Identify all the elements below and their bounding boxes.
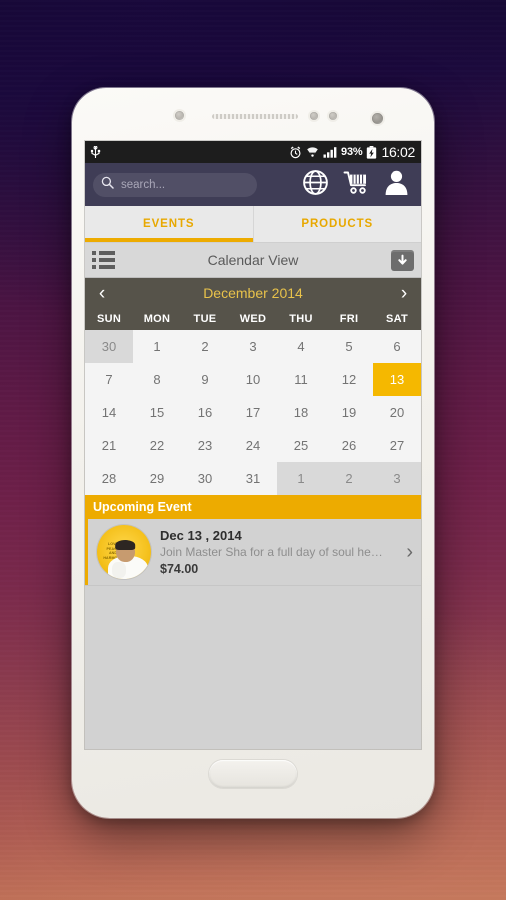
calendar-day-cell[interactable]: 28	[85, 462, 133, 495]
event-avatar: LOVE PEACE AND HARMONY	[97, 525, 151, 579]
event-price: $74.00	[160, 561, 199, 576]
prev-month-button[interactable]: ‹	[94, 284, 110, 303]
upcoming-event-header: Upcoming Event	[85, 495, 421, 519]
next-month-button[interactable]: ›	[396, 284, 412, 303]
event-chevron-icon[interactable]: ›	[404, 541, 413, 564]
battery-charging-icon	[366, 145, 377, 159]
calendar-day-cell[interactable]: 3	[373, 462, 421, 495]
calendar-day-cell[interactable]: 31	[229, 462, 277, 495]
upcoming-event-title: Upcoming Event	[93, 500, 192, 514]
calendar-day-cell[interactable]: 6	[373, 330, 421, 363]
event-list-item[interactable]: LOVE PEACE AND HARMONY Dec 13 , 2014 Joi…	[85, 519, 421, 586]
globe-icon[interactable]	[302, 169, 329, 201]
calendar-day-cell[interactable]: 2	[181, 330, 229, 363]
calendar-week-row: 14 15 16 17 18 19 20	[85, 396, 421, 429]
calendar-day-cell[interactable]: 8	[133, 363, 181, 396]
usb-icon	[90, 145, 101, 159]
calendar-day-cell[interactable]: 23	[181, 429, 229, 462]
view-mode-bar: Calendar View	[85, 243, 421, 278]
calendar-day-cell[interactable]: 16	[181, 396, 229, 429]
wallpaper-background: 93% 16:02 search... EVENTS PRODUCTS Cale…	[0, 0, 506, 900]
phone-screen: 93% 16:02 search... EVENTS PRODUCTS Cale…	[85, 141, 421, 749]
top-navigation-bar: search...	[85, 163, 421, 206]
event-date: Dec 13 , 2014	[160, 527, 242, 543]
calendar-day-cell[interactable]: 24	[229, 429, 277, 462]
calendar-day-cell[interactable]: 4	[277, 330, 325, 363]
wifi-icon	[306, 146, 319, 158]
weekday-sat: SAT	[385, 313, 409, 325]
status-bar: 93% 16:02	[85, 141, 421, 163]
calendar-day-cell[interactable]: 30	[85, 330, 133, 363]
calendar-day-cell[interactable]: 29	[133, 462, 181, 495]
weekday-sun: SUN	[96, 313, 122, 325]
calendar-day-cell[interactable]: 1	[277, 462, 325, 495]
calendar-day-cell[interactable]: 18	[277, 396, 325, 429]
calendar-day-cell[interactable]: 30	[181, 462, 229, 495]
weekday-wed: WED	[239, 313, 267, 325]
weekday-fri: FRI	[339, 313, 359, 325]
phone-device: 93% 16:02 search... EVENTS PRODUCTS Cale…	[72, 88, 434, 818]
calendar-day-cell[interactable]: 7	[85, 363, 133, 396]
calendar-day-cell[interactable]: 1	[133, 330, 181, 363]
user-profile-icon[interactable]	[384, 169, 409, 200]
light-sensor-icon	[310, 112, 318, 120]
tab-bar: EVENTS PRODUCTS	[85, 206, 421, 243]
download-icon[interactable]	[391, 249, 414, 271]
event-accent-bar	[85, 519, 88, 585]
tab-events-label: EVENTS	[143, 218, 195, 230]
battery-percent-label: 93%	[341, 146, 363, 158]
calendar-day-cell[interactable]: 5	[325, 330, 373, 363]
clock-label: 16:02	[381, 144, 415, 160]
view-title: Calendar View	[207, 252, 299, 268]
calendar-day-cell[interactable]: 15	[133, 396, 181, 429]
month-label: December 2014	[203, 285, 303, 301]
alarm-icon	[289, 146, 302, 159]
calendar-day-cell[interactable]: 10	[229, 363, 277, 396]
calendar-day-cell[interactable]: 17	[229, 396, 277, 429]
calendar-day-cell[interactable]: 26	[325, 429, 373, 462]
calendar-week-row: 28 29 30 31 1 2 3	[85, 462, 421, 495]
tab-events[interactable]: EVENTS	[85, 206, 253, 242]
led-indicator-icon	[329, 112, 337, 120]
weekday-thu: THU	[289, 313, 313, 325]
calendar-day-selected[interactable]: 13	[373, 363, 421, 396]
calendar-day-cell[interactable]: 12	[325, 363, 373, 396]
proximity-sensor-icon	[175, 111, 184, 120]
search-icon	[101, 176, 114, 194]
weekday-tue: TUE	[193, 313, 217, 325]
event-info: Dec 13 , 2014 Join Master Sha for a full…	[160, 527, 395, 578]
search-input[interactable]: search...	[93, 172, 257, 197]
calendar-day-cell[interactable]: 27	[373, 429, 421, 462]
calendar-day-cell[interactable]: 14	[85, 396, 133, 429]
calendar-week-row: 7 8 9 10 11 12 13	[85, 363, 421, 396]
tab-products[interactable]: PRODUCTS	[252, 206, 422, 242]
calendar-day-cell[interactable]: 19	[325, 396, 373, 429]
home-button[interactable]	[209, 760, 297, 788]
tab-products-label: PRODUCTS	[301, 218, 374, 230]
calendar-day-cell[interactable]: 25	[277, 429, 325, 462]
calendar-grid: 30 1 2 3 4 5 6 7 8 9 10 11 12 13 14 15 16 17 18 19 20 21 22 23 2…	[85, 330, 421, 495]
calendar-week-row: 21 22 23 24 25 26 27	[85, 429, 421, 462]
content-empty-area	[85, 586, 421, 749]
calendar-day-cell[interactable]: 11	[277, 363, 325, 396]
front-camera-icon	[372, 113, 383, 124]
calendar-day-cell[interactable]: 9	[181, 363, 229, 396]
weekday-header-row: SUN MON TUE WED THU FRI SAT	[85, 308, 421, 330]
list-view-icon[interactable]	[92, 251, 115, 269]
calendar-week-row: 30 1 2 3 4 5 6	[85, 330, 421, 363]
calendar-day-cell[interactable]: 21	[85, 429, 133, 462]
shopping-cart-icon[interactable]	[343, 170, 370, 200]
earpiece-speaker	[212, 114, 298, 119]
event-description: Join Master Sha for a full day of soul h…	[160, 544, 383, 559]
search-placeholder: search...	[121, 178, 166, 191]
calendar-day-cell[interactable]: 22	[133, 429, 181, 462]
calendar-month-header: ‹ December 2014 › SUN MON TUE WED THU FR…	[85, 278, 421, 330]
signal-bars-icon	[323, 146, 337, 158]
calendar-day-cell[interactable]: 2	[325, 462, 373, 495]
calendar-day-cell[interactable]: 20	[373, 396, 421, 429]
phone-top-bezel	[72, 88, 434, 144]
weekday-mon: MON	[143, 313, 171, 325]
calendar-day-cell[interactable]: 3	[229, 330, 277, 363]
